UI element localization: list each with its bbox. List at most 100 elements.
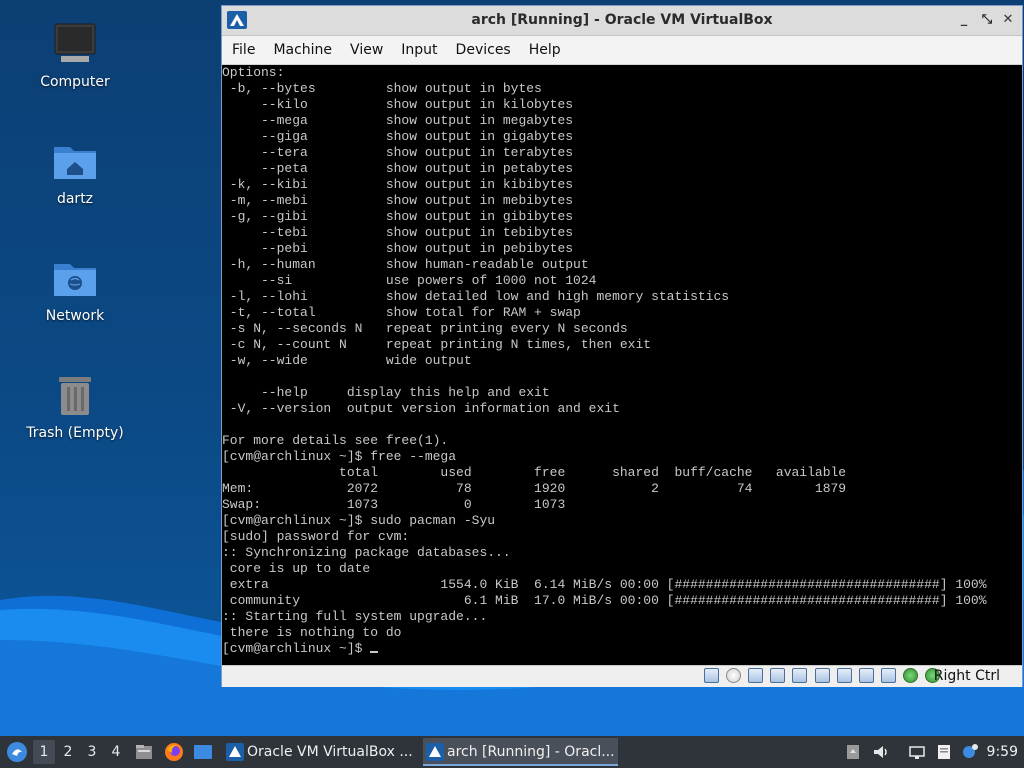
console-line: --peta show output in petabytes xyxy=(222,161,574,176)
console-line: Swap: 1073 0 1073 xyxy=(222,497,566,512)
video-capture-icon[interactable] xyxy=(858,668,874,683)
clock[interactable]: 9:59 xyxy=(987,736,1018,768)
network-icon[interactable] xyxy=(770,668,786,683)
network-icon[interactable] xyxy=(908,743,926,761)
home-folder-icon xyxy=(54,147,96,179)
menu-machine[interactable]: Machine xyxy=(264,36,341,64)
desktop-icon-network[interactable]: Network xyxy=(20,254,130,324)
menu-file[interactable]: File xyxy=(223,36,264,64)
console-line: -V, --version output version information… xyxy=(222,401,620,416)
console-line: -t, --total show total for RAM + swap xyxy=(222,305,581,320)
console-line: Mem: 2072 78 1920 2 74 1879 xyxy=(222,481,847,496)
window-title: arch [Running] - Oracle VM VirtualBox xyxy=(471,12,773,28)
console-line: -w, --wide wide output xyxy=(222,353,472,368)
audio-icon[interactable] xyxy=(748,668,764,683)
close-button[interactable]: ✕ xyxy=(1000,11,1016,29)
cpu-icon[interactable] xyxy=(880,668,896,683)
console-line: -s N, --seconds N repeat printing every … xyxy=(222,321,628,336)
virtualbox-icon xyxy=(226,743,244,761)
vm-statusbar: Right Ctrl xyxy=(222,665,1022,687)
console-line: -b, --bytes show output in bytes xyxy=(222,81,542,96)
menu-input[interactable]: Input xyxy=(392,36,446,64)
task-label: Oracle VM VirtualBox ... xyxy=(247,744,413,760)
console-line: -c N, --count N repeat printing N times,… xyxy=(222,337,652,352)
console-line: total used free shared buff/cache availa… xyxy=(222,465,847,480)
console-line: --si use powers of 1000 not 1024 xyxy=(222,273,597,288)
workspace-4[interactable]: 4 xyxy=(105,740,127,764)
console-line: :: Starting full system upgrade... xyxy=(222,609,488,624)
workspace-3[interactable]: 3 xyxy=(81,740,103,764)
network-folder-icon xyxy=(54,264,96,296)
console-line: --pebi show output in pebibytes xyxy=(222,241,574,256)
optical-drive-icon[interactable] xyxy=(726,668,742,683)
guest-additions-icon[interactable] xyxy=(902,668,918,683)
host-key-label[interactable]: Right Ctrl xyxy=(934,667,1000,686)
desktop-icon-trash[interactable]: Trash (Empty) xyxy=(20,371,130,441)
menu-help[interactable]: Help xyxy=(520,36,570,64)
virtualbox-vm-window: arch [Running] - Oracle VM VirtualBox _ … xyxy=(221,5,1023,687)
text-cursor xyxy=(370,651,379,653)
console-line: -g, --gibi show output in gibibytes xyxy=(222,209,574,224)
start-menu-icon[interactable] xyxy=(4,741,30,763)
status-icons xyxy=(702,668,940,685)
console-line: --help display this help and exit xyxy=(222,385,550,400)
hard-disk-icon[interactable] xyxy=(704,668,720,683)
console-line: extra 1554.0 KiB 6.14 MiB/s 00:00 [#####… xyxy=(222,577,987,592)
desktop-icon-home[interactable]: dartz xyxy=(20,137,130,207)
usb-icon[interactable] xyxy=(792,668,808,683)
console-line: [sudo] password for cvm: xyxy=(222,529,410,544)
workspace-2[interactable]: 2 xyxy=(57,740,79,764)
computer-icon xyxy=(54,23,96,62)
notes-icon[interactable] xyxy=(935,743,953,761)
console-line: --kilo show output in kilobytes xyxy=(222,97,574,112)
minimize-button[interactable]: _ xyxy=(956,11,972,29)
console-line: there is nothing to do xyxy=(222,625,402,640)
volume-icon[interactable] xyxy=(872,743,890,761)
console-line: -m, --mebi show output in mebibytes xyxy=(222,193,574,208)
restore-button[interactable]: ⤡ xyxy=(979,11,995,29)
desktop: Computer dartz Network Trash (Empty) arc… xyxy=(0,0,1024,768)
console-prompt: [cvm@archlinux ~]$ xyxy=(222,641,987,657)
console-line: core is up to date xyxy=(222,561,371,576)
virtualbox-vm-icon xyxy=(426,743,444,761)
taskbar: 1 2 3 4 Oracle VM VirtualBox ... arch [R… xyxy=(0,736,1024,768)
menu-devices[interactable]: Devices xyxy=(447,36,520,64)
workspace-1[interactable]: 1 xyxy=(33,740,55,764)
file-manager-icon[interactable] xyxy=(134,742,154,762)
desktop-icon-computer[interactable]: Computer xyxy=(20,20,130,90)
console-line: -l, --lohi show detailed low and high me… xyxy=(222,289,730,304)
console-output: Options: -b, --bytes show output in byte… xyxy=(222,65,987,657)
console-line: --tebi show output in tebibytes xyxy=(222,225,574,240)
console-line: --mega show output in megabytes xyxy=(222,113,574,128)
console-line: -h, --human show human-readable output xyxy=(222,257,589,272)
console-line: -k, --kibi show output in kibibytes xyxy=(222,177,574,192)
vm-console[interactable]: Options: -b, --bytes show output in byte… xyxy=(222,65,1022,665)
firefox-icon[interactable] xyxy=(164,742,184,762)
console-line: [cvm@archlinux ~]$ sudo pacman -Syu xyxy=(222,513,496,528)
desktop-icon-label: Computer xyxy=(40,74,110,90)
task-label: arch [Running] - Oracl... xyxy=(447,744,615,760)
menu-view[interactable]: View xyxy=(341,36,392,64)
console-line: --giga show output in gigabytes xyxy=(222,129,574,144)
shared-folders-icon[interactable] xyxy=(814,668,830,683)
task-virtualbox-manager[interactable]: Oracle VM VirtualBox ... xyxy=(223,738,418,766)
console-line: --tera show output in terabytes xyxy=(222,145,574,160)
update-notifier-icon[interactable] xyxy=(961,743,979,761)
menu-row: File Machine View Input Devices Help xyxy=(223,36,570,64)
menubar: File Machine View Input Devices Help xyxy=(222,36,1022,65)
display-icon[interactable] xyxy=(836,668,852,683)
console-line: For more details see free(1). xyxy=(222,433,449,448)
window-titlebar[interactable]: arch [Running] - Oracle VM VirtualBox _ … xyxy=(222,6,1022,36)
console-line: [cvm@archlinux ~]$ free --mega xyxy=(222,449,457,464)
console-line: Options: xyxy=(222,65,285,80)
trash-icon xyxy=(59,377,91,415)
clipboard-icon[interactable] xyxy=(844,743,862,761)
desktop-icon-label: Network xyxy=(45,308,105,324)
show-desktop-icon[interactable] xyxy=(193,742,213,762)
task-arch-vm[interactable]: arch [Running] - Oracl... xyxy=(423,738,618,766)
desktop-icon-label: dartz xyxy=(56,191,94,207)
console-line: community 6.1 MiB 17.0 MiB/s 00:00 [####… xyxy=(222,593,987,608)
console-line: :: Synchronizing package databases... xyxy=(222,545,511,560)
